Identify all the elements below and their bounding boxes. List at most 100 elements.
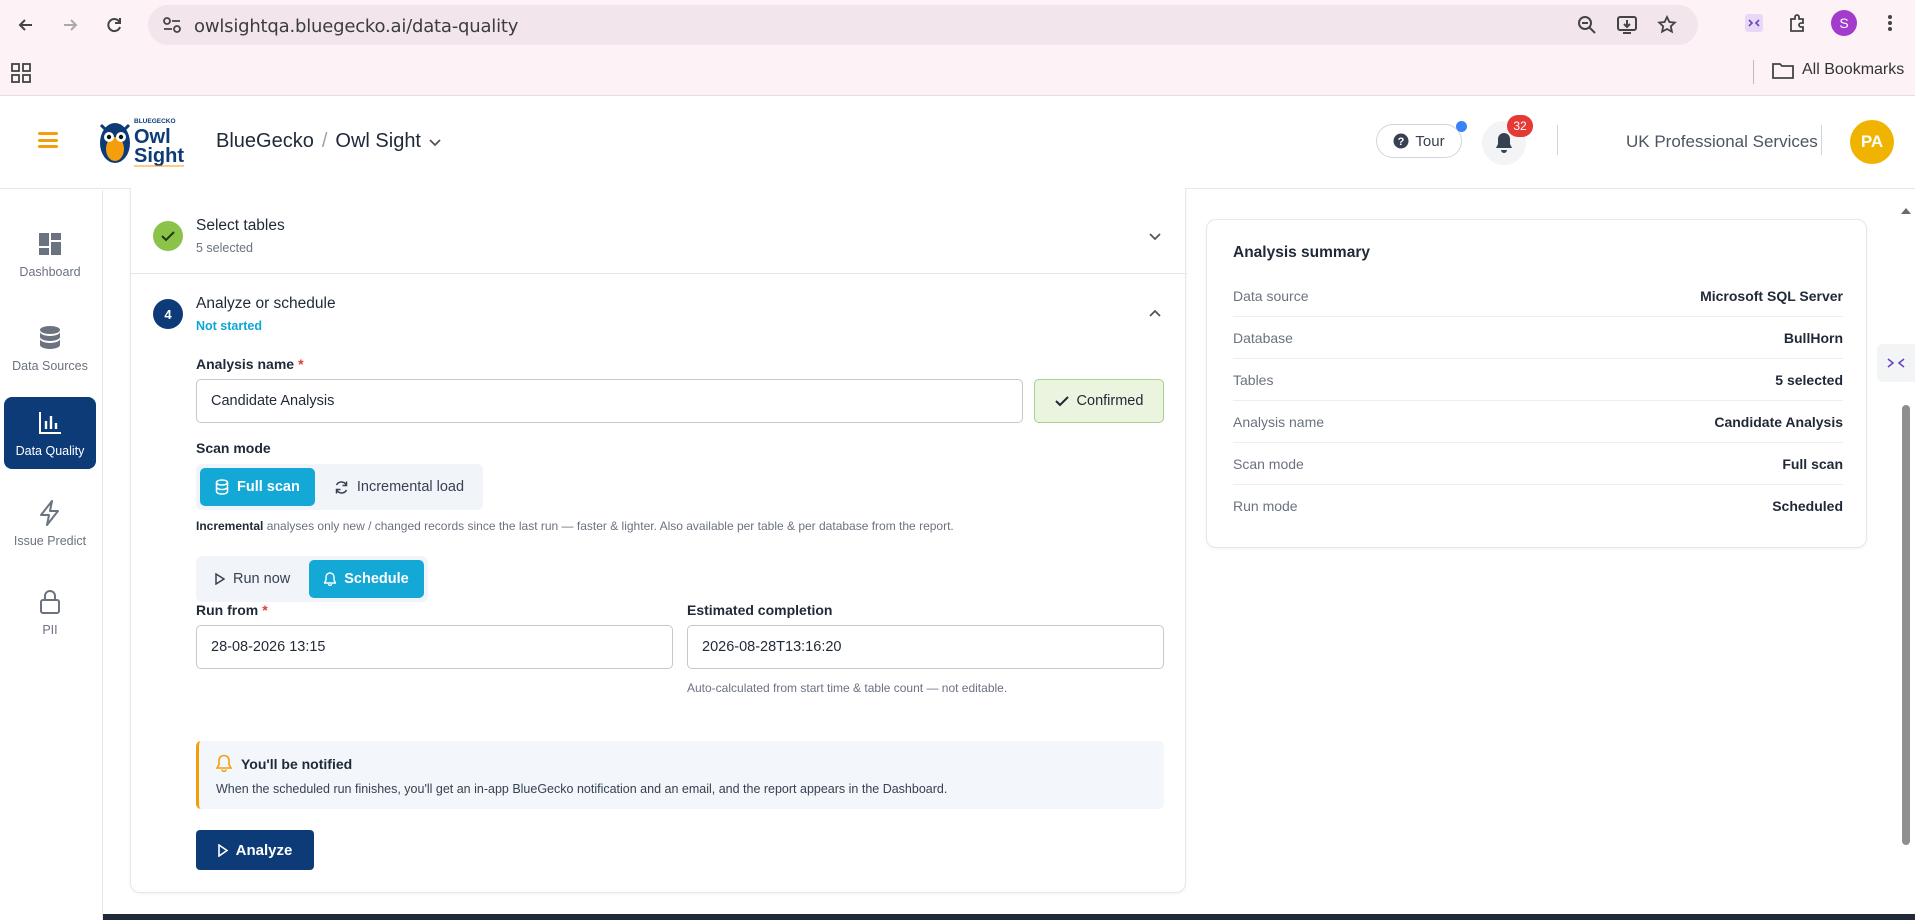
step-status: Not started <box>196 319 262 333</box>
site-settings-icon[interactable] <box>162 16 182 34</box>
summary-row: Analysis name Candidate Analysis <box>1233 401 1843 443</box>
analysis-name-label: Analysis name * <box>196 356 304 372</box>
more-menu-icon[interactable] <box>1879 12 1901 34</box>
bar-chart-icon <box>39 411 61 434</box>
incremental-load-label: Incremental load <box>356 479 465 495</box>
notice-text: When the scheduled run finishes, you'll … <box>216 782 948 796</box>
database-icon <box>215 479 229 495</box>
incremental-load-button[interactable]: Incremental load <box>319 468 479 506</box>
sidebar-item-data-quality[interactable]: Data Quality <box>4 397 96 469</box>
summary-row: Data source Microsoft SQL Server <box>1233 275 1843 317</box>
logo-brand-text: BLUEGECKO <box>134 118 176 125</box>
tour-indicator-dot <box>1456 121 1467 132</box>
sidebar-item-pii[interactable]: PII <box>4 576 96 648</box>
confirmed-label: Confirmed <box>1076 393 1144 409</box>
bell-icon <box>324 572 337 586</box>
analyze-label: Analyze <box>235 841 293 859</box>
folder-icon <box>1772 63 1794 79</box>
header-divider <box>1821 125 1822 155</box>
product-switcher[interactable]: Owl Sight <box>335 130 421 153</box>
zoom-icon[interactable] <box>1576 14 1598 36</box>
sidebar-item-label: Data Sources <box>12 358 88 373</box>
full-scan-label: Full scan <box>237 479 300 495</box>
notification-count-badge: 32 <box>1507 115 1533 137</box>
bell-icon <box>215 754 234 773</box>
browser-toolbar: owlsightqa.bluegecko.ai/data-quality S <box>0 0 1915 50</box>
bell-icon <box>1496 133 1512 153</box>
breadcrumb: BlueGecko / Owl Sight <box>216 130 441 153</box>
summary-row: Run mode Scheduled <box>1233 498 1843 514</box>
all-bookmarks-label: All Bookmarks <box>1802 61 1905 78</box>
estimated-completion-label: Estimated completion <box>687 602 833 618</box>
apps-grid-icon[interactable] <box>10 62 32 84</box>
sidebar-item-dashboard[interactable]: Dashboard <box>4 218 96 290</box>
step-select-tables[interactable]: Select tables 5 selected <box>131 188 1187 274</box>
schedule-label: Schedule <box>344 571 409 587</box>
chevron-down-icon[interactable] <box>1147 228 1163 244</box>
profile-avatar[interactable]: S <box>1831 10 1857 36</box>
user-avatar[interactable]: PA <box>1850 120 1894 164</box>
run-now-label: Run now <box>233 571 291 587</box>
tour-button[interactable]: ? Tour <box>1376 124 1462 158</box>
extension-icon[interactable] <box>1743 12 1765 34</box>
scan-mode-label: Scan mode <box>196 440 271 456</box>
summary-title: Analysis summary <box>1233 244 1370 261</box>
url-text[interactable]: owlsightqa.bluegecko.ai/data-quality <box>194 16 518 37</box>
step-subtitle: 5 selected <box>196 241 253 255</box>
help-circle-icon: ? <box>1393 133 1409 149</box>
sidebar-item-label: Data Quality <box>15 443 85 458</box>
bookmark-star-icon[interactable] <box>1656 14 1678 36</box>
bottom-edge <box>103 914 1915 920</box>
analysis-summary-card: Analysis summary Data source Microsoft SQ… <box>1206 219 1867 548</box>
header-divider <box>1557 125 1558 155</box>
sidebar: Dashboard Data Sources Data Quality Issu… <box>0 190 103 920</box>
org-name[interactable]: BlueGecko <box>216 130 314 153</box>
sidebar-item-issue-predict[interactable]: Issue Predict <box>4 487 96 559</box>
bookmarks-bar: All Bookmarks <box>0 50 1915 96</box>
all-bookmarks-button[interactable]: All Bookmarks <box>1772 61 1904 79</box>
incremental-hint: Incremental analyses only new / changed … <box>196 519 954 533</box>
schedule-button[interactable]: Schedule <box>309 560 424 598</box>
sidebar-item-data-sources[interactable]: Data Sources <box>4 312 96 384</box>
reload-icon[interactable] <box>100 11 128 39</box>
back-arrow-icon[interactable] <box>12 11 40 39</box>
sidebar-item-label: Dashboard <box>19 264 81 279</box>
check-icon <box>153 221 183 251</box>
lightning-icon <box>40 499 59 526</box>
step-title: Analyze or schedule <box>196 295 336 312</box>
summary-row: Scan mode Full scan <box>1233 443 1843 485</box>
confirmed-button[interactable]: Confirmed <box>1034 379 1164 423</box>
play-icon <box>215 573 225 585</box>
chevron-up-icon[interactable] <box>1147 306 1163 322</box>
run-mode-toggle: Run now Schedule <box>196 556 428 602</box>
app-header: BLUEGECKO Owl Sight BlueGecko / Owl Sigh… <box>0 97 1915 189</box>
refresh-icon <box>335 480 348 494</box>
owl-sight-logo[interactable]: BLUEGECKO Owl Sight <box>98 113 190 169</box>
check-icon <box>1054 396 1069 407</box>
hamburger-menu-icon[interactable] <box>38 132 58 148</box>
full-scan-button[interactable]: Full scan <box>200 468 315 506</box>
database-icon <box>40 325 60 349</box>
company-name[interactable]: UK Professional Services <box>1626 132 1818 152</box>
install-app-icon[interactable] <box>1616 14 1638 36</box>
forward-arrow-icon[interactable] <box>56 11 84 39</box>
analysis-name-input[interactable]: Candidate Analysis <box>196 379 1023 423</box>
run-from-label: Run from * <box>196 602 268 618</box>
run-now-button[interactable]: Run now <box>200 560 305 598</box>
notice-title: You'll be notified <box>241 756 353 772</box>
summary-row: Tables 5 selected <box>1233 359 1843 401</box>
scroll-up-arrow-icon[interactable] <box>1900 206 1912 216</box>
lock-icon <box>40 589 60 614</box>
run-from-input[interactable]: 28-08-2026 13:15 <box>196 625 673 669</box>
scrollbar-thumb[interactable] <box>1902 405 1910 845</box>
analyze-button[interactable]: Analyze <box>196 830 314 870</box>
svg-text:?: ? <box>1398 136 1405 148</box>
address-bar[interactable]: owlsightqa.bluegecko.ai/data-quality <box>148 5 1698 45</box>
sidebar-item-label: PII <box>42 622 58 637</box>
step-number-badge: 4 <box>153 299 183 329</box>
play-icon <box>217 843 228 857</box>
tour-label: Tour <box>1415 132 1445 150</box>
extensions-puzzle-icon[interactable] <box>1787 12 1809 34</box>
scan-mode-toggle: Full scan Incremental load <box>196 464 484 510</box>
chevron-down-icon[interactable] <box>429 134 441 150</box>
